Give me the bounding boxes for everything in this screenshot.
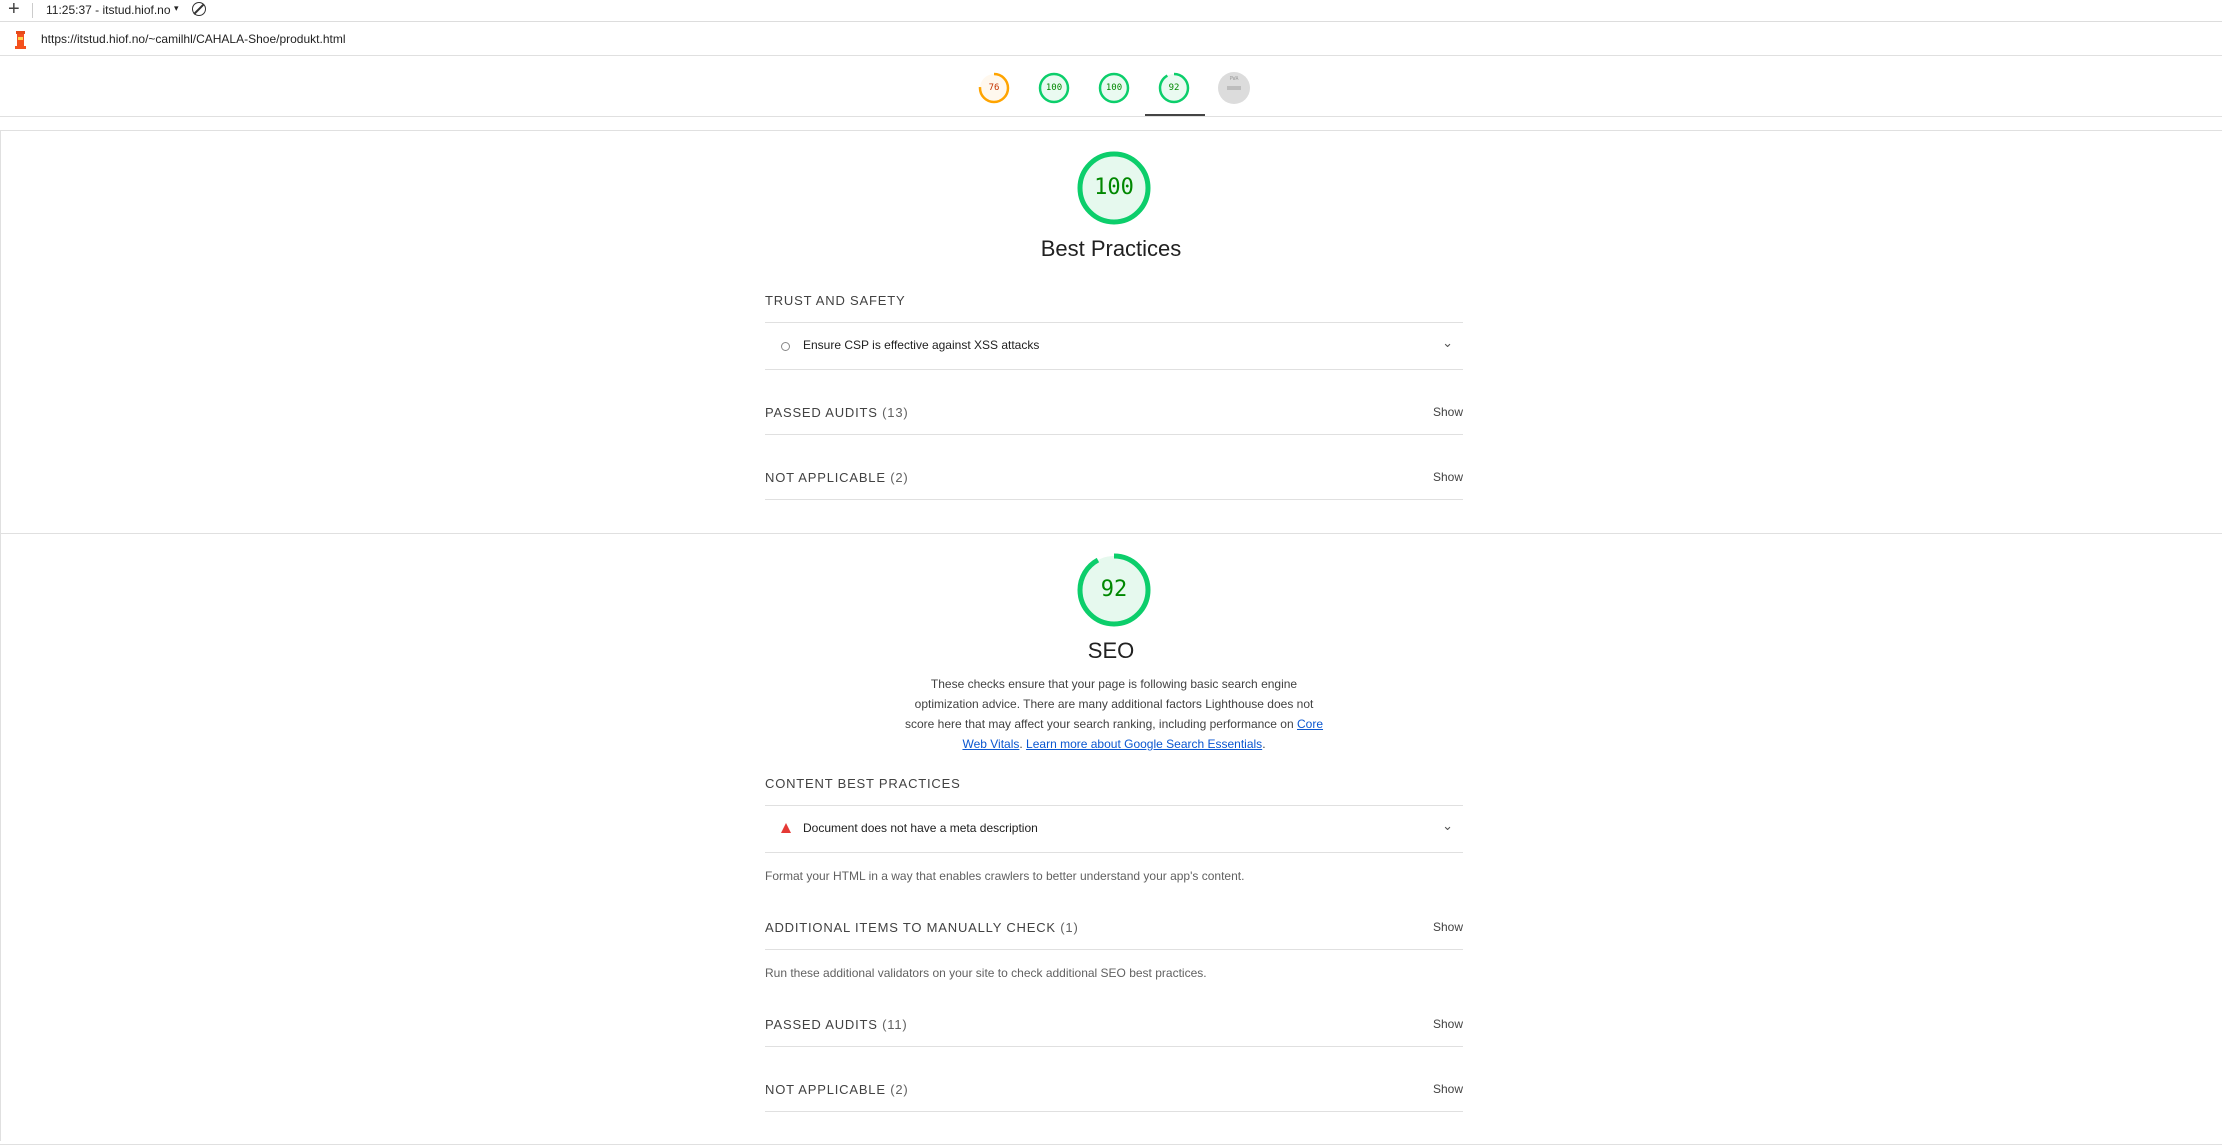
audit-meta-description[interactable]: Document does not have a meta descriptio…	[765, 807, 1463, 851]
divider	[765, 1111, 1463, 1112]
seo-description-text: These checks ensure that your page is fo…	[905, 677, 1314, 731]
chevron-down-icon[interactable]: ⌄	[1442, 818, 1453, 834]
group-description: Run these additional validators on your …	[765, 966, 1207, 980]
audit-csp-xss[interactable]: Ensure CSP is effective against XSS atta…	[765, 324, 1463, 368]
gauge-accessibility[interactable]: 100	[1038, 72, 1070, 104]
not-applicable-group[interactable]: NOT APPLICABLE (2) Show	[765, 470, 1463, 485]
gauge-score: 100	[1045, 83, 1063, 93]
audit-title: Document does not have a meta descriptio…	[803, 821, 1038, 835]
url-bar: https://itstud.hiof.no/~camilhl/CAHALA-S…	[0, 22, 2222, 56]
gauge-best-practices[interactable]: 100	[1098, 72, 1130, 104]
group-label: ADDITIONAL ITEMS TO MANUALLY CHECK	[765, 920, 1056, 935]
divider	[765, 369, 1463, 370]
seo-score: 92	[1100, 577, 1128, 602]
seo-title: SEO	[1087, 638, 1135, 663]
divider	[765, 805, 1463, 806]
group-label: NOT APPLICABLE	[765, 470, 886, 485]
passed-audits-group[interactable]: PASSED AUDITS (11) Show	[765, 1017, 1463, 1032]
report-selector[interactable]: 11:25:37 - itstud.hiof.no	[46, 3, 171, 17]
plus-icon[interactable]: +	[8, 0, 20, 20]
group-count: (11)	[882, 1017, 908, 1032]
passed-audits-group[interactable]: PASSED AUDITS (13) Show	[765, 405, 1463, 420]
fail-triangle-icon	[781, 823, 791, 833]
group-count: (2)	[890, 470, 909, 485]
divider	[765, 1046, 1463, 1047]
toolbar-divider	[32, 3, 33, 18]
trust-safety-heading: TRUST AND SAFETY	[765, 293, 906, 308]
page-url[interactable]: https://itstud.hiof.no/~camilhl/CAHALA-S…	[41, 32, 345, 46]
bottom-border	[0, 1144, 2222, 1145]
manual-check-group[interactable]: ADDITIONAL ITEMS TO MANUALLY CHECK (1) S…	[765, 920, 1463, 935]
group-count: (1)	[1060, 920, 1079, 935]
devtools-toolbar: + 11:25:37 - itstud.hiof.no ▾	[0, 0, 2222, 22]
group-description: Format your HTML in a way that enables c…	[765, 869, 1245, 883]
gauge-score: 100	[1105, 83, 1123, 93]
show-button[interactable]: Show	[1433, 920, 1463, 934]
pwa-label: PWA	[1229, 76, 1239, 82]
gauge-pwa[interactable]: PWA	[1218, 72, 1250, 104]
best-practices-score: 100	[1094, 175, 1134, 200]
divider	[765, 434, 1463, 435]
show-button[interactable]: Show	[1433, 405, 1463, 419]
gauge-performance[interactable]: 76	[978, 72, 1010, 104]
group-count: (2)	[890, 1082, 909, 1097]
chevron-down-icon[interactable]: ⌄	[1442, 335, 1453, 351]
block-icon[interactable]	[192, 2, 206, 16]
show-button[interactable]: Show	[1433, 470, 1463, 484]
informative-circle-icon	[781, 342, 790, 351]
best-practices-gauge: 100	[1077, 151, 1151, 225]
seo-gauge: 92	[1077, 553, 1151, 627]
not-applicable-group[interactable]: NOT APPLICABLE (2) Show	[765, 1082, 1463, 1097]
divider	[765, 852, 1463, 853]
category-divider	[0, 533, 2222, 534]
chevron-down-icon[interactable]: ▾	[174, 3, 179, 14]
group-label: PASSED AUDITS	[765, 1017, 878, 1032]
active-tab-indicator	[1145, 114, 1205, 116]
audit-title: Ensure CSP is effective against XSS atta…	[803, 338, 1040, 352]
gauge-score: 76	[988, 83, 1000, 93]
best-practices-title: Best Practices	[1040, 236, 1182, 261]
group-count: (13)	[882, 405, 909, 420]
seo-description: These checks ensure that your page is fo…	[905, 674, 1323, 754]
group-label: PASSED AUDITS	[765, 405, 878, 420]
show-button[interactable]: Show	[1433, 1017, 1463, 1031]
divider	[765, 499, 1463, 500]
lighthouse-icon	[15, 31, 26, 49]
group-label: NOT APPLICABLE	[765, 1082, 886, 1097]
show-button[interactable]: Show	[1433, 1082, 1463, 1096]
content-best-practices-heading: CONTENT BEST PRACTICES	[765, 776, 961, 791]
link-end: .	[1262, 737, 1266, 751]
category-gauges-nav: 76 100 100 92 PWA	[0, 56, 2222, 117]
divider	[765, 322, 1463, 323]
report-content-frame	[0, 130, 2222, 1141]
search-essentials-link[interactable]: Learn more about Google Search Essential…	[1026, 737, 1262, 751]
gauge-score: 92	[1168, 83, 1180, 93]
divider	[765, 949, 1463, 950]
gauge-seo[interactable]: 92	[1158, 72, 1190, 104]
